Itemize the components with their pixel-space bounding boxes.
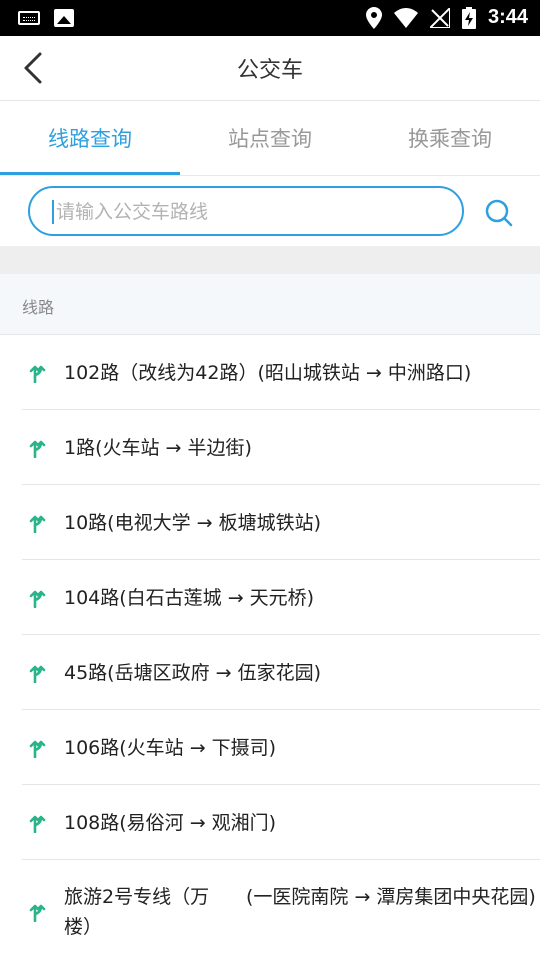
list-item[interactable]: 1路(火车站 → 半边街) [22,410,540,485]
search-row [0,176,540,246]
route-text: 45路(岳塘区政府 → 伍家花园) [64,662,322,684]
tab-station-query[interactable]: 站点查询 [180,101,360,175]
keyboard-icon [18,11,40,25]
route-text: 106路(火车站 → 下摄司) [64,737,277,759]
list-item[interactable]: 104路(白石古莲城 → 天元桥) [22,560,540,635]
route-path: (一医院南院 → 潭房集团中央花园) [246,886,536,908]
battery-charging-icon [461,6,476,29]
list-item[interactable]: 10路(电视大学 → 板塘城铁站) [22,485,540,560]
route-fork-icon [29,515,46,533]
section-header: 线路 [0,274,540,335]
route-text: 10路(电视大学 → 板塘城铁站) [64,512,322,534]
route-fork-icon [29,740,46,758]
tab-route-query[interactable]: 线路查询 [0,101,180,175]
page-title: 公交车 [236,58,303,83]
route-fork-icon [29,365,46,383]
route-text: 102路（改线为42路）(昭山城铁站 → 中洲路口) [64,362,472,384]
image-notification-icon [54,9,74,27]
route-fork-icon [29,590,46,608]
route-list: 102路（改线为42路）(昭山城铁站 → 中洲路口) 1路(火车站 → 半边街)… [0,335,540,956]
clock: 3:44 [487,6,528,28]
route-fork-icon [29,440,46,458]
list-item[interactable]: 106路(火车站 → 下摄司) [22,710,540,785]
list-item[interactable]: 108路(易俗河 → 观湘门) [22,785,540,860]
route-text: 104路(白石古莲城 → 天元桥) [64,587,315,609]
search-input[interactable] [54,196,438,228]
tab-bar: 线路查询 站点查询 换乘查询 [0,101,540,176]
route-fork-icon [29,665,46,683]
tab-transfer-query[interactable]: 换乘查询 [360,101,540,175]
status-bar: 3:44 [0,0,540,36]
location-icon [365,6,382,29]
route-fork-icon [29,815,46,833]
list-item[interactable]: 102路（改线为42路）(昭山城铁站 → 中洲路口) [22,335,540,410]
list-item[interactable]: 旅游2号专线（万楼） (一医院南院 → 潭房集团中央花园) [22,860,540,956]
search-box [28,186,464,236]
section-label: 线路 [22,298,55,317]
search-icon[interactable] [484,198,514,228]
route-text: 1路(火车站 → 半边街) [64,437,252,459]
route-text: 108路(易俗河 → 观湘门) [64,812,277,834]
app-header: 公交车 [0,36,540,101]
route-fork-icon [29,904,46,922]
divider-strip [0,246,540,274]
route-name: 旅游2号专线（万楼） [64,886,210,938]
list-item[interactable]: 45路(岳塘区政府 → 伍家花园) [22,635,540,710]
wifi-icon [393,7,418,28]
no-signal-icon [429,7,450,28]
